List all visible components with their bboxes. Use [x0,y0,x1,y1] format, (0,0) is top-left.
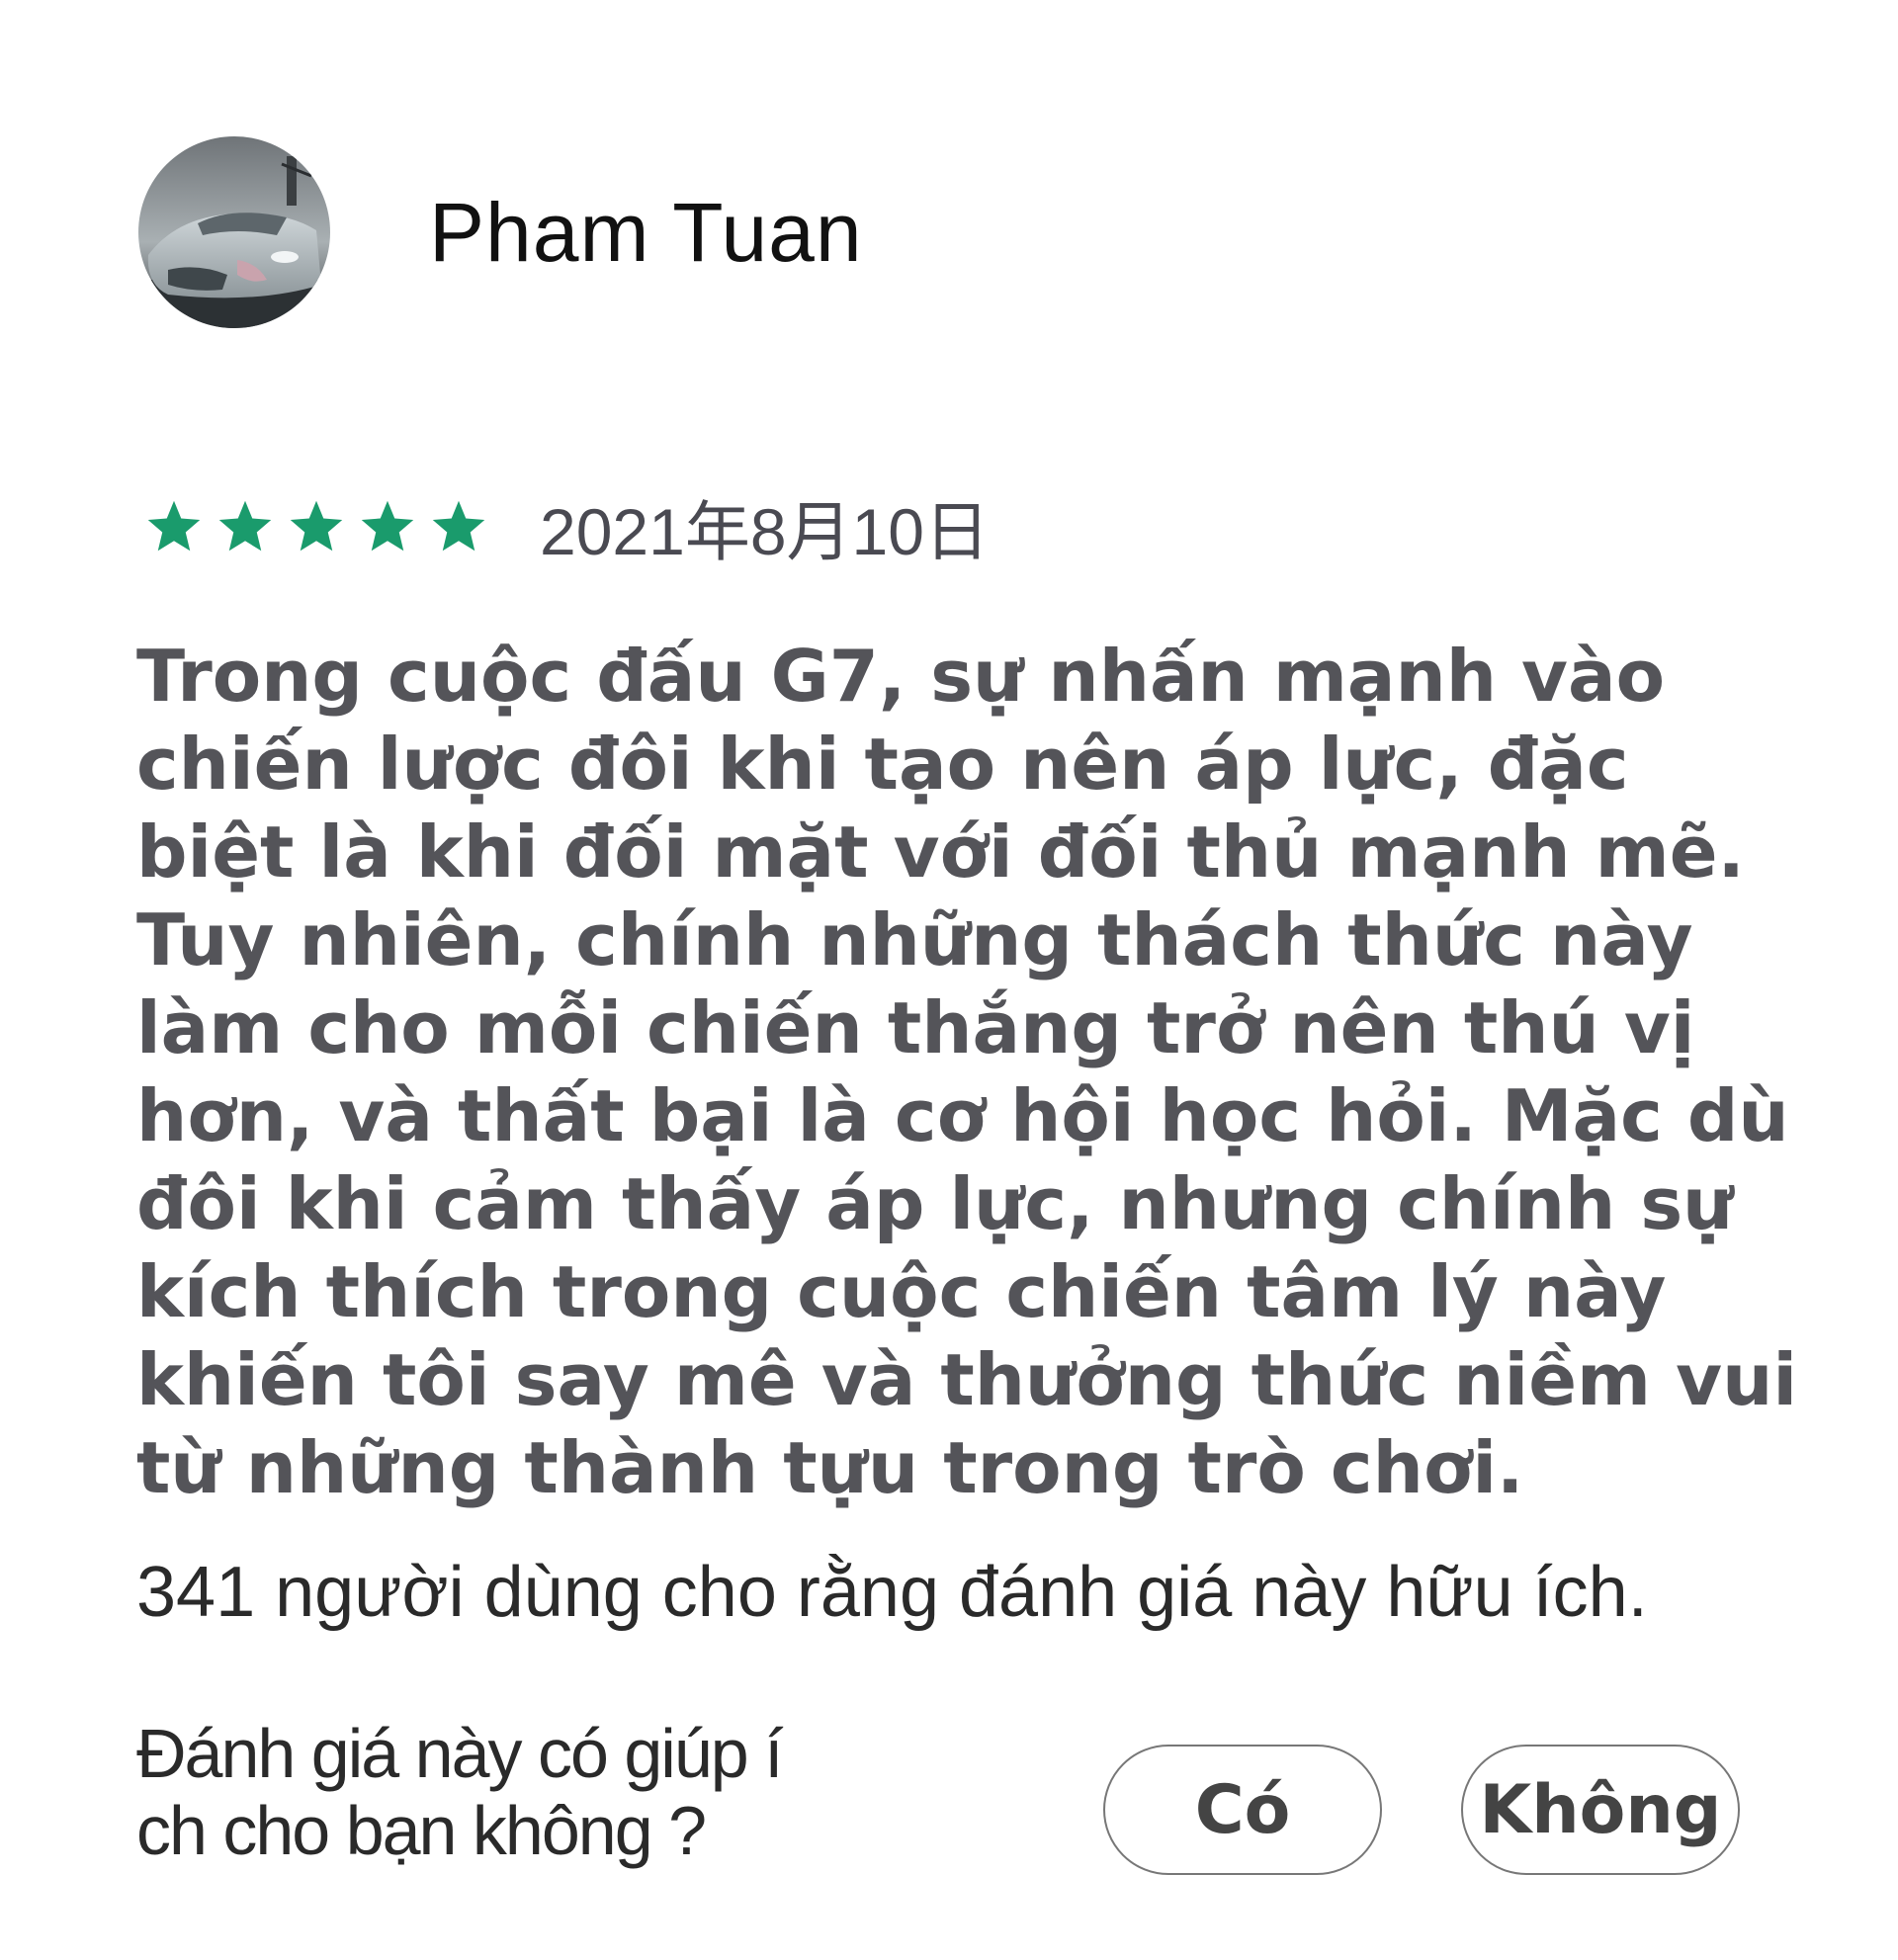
feedback-question: Đánh giá này có giúp í ch cho bạn không … [136,1715,784,1869]
review-date: 2021年8月10日 [540,495,990,568]
reviewer-name: Pham Tuan [429,185,863,279]
star-icon [216,497,275,556]
avatar [138,136,330,328]
yes-button[interactable]: Có [1103,1745,1382,1875]
review-card: Pham Tuan 2021年8月10日 Trong cuộc đấu G7, … [0,0,1898,1960]
review-header: Pham Tuan [138,136,863,328]
star-rating [144,497,500,556]
review-text: Trong cuộc đấu G7, sự nhấn mạnh vào chiế… [136,635,1798,1509]
helpful-count: 341 người dùng cho rằng đánh giá này hữu… [136,1553,1648,1632]
star-icon [144,497,204,556]
no-button[interactable]: Không [1461,1745,1740,1875]
feedback-row: Đánh giá này có giúp í ch cho bạn không … [136,1715,1768,1875]
star-icon [429,497,488,556]
star-icon [358,497,417,556]
star-icon [287,497,346,556]
rating-row: 2021年8月10日 [144,482,990,571]
car-photo-avatar-icon [138,136,330,328]
